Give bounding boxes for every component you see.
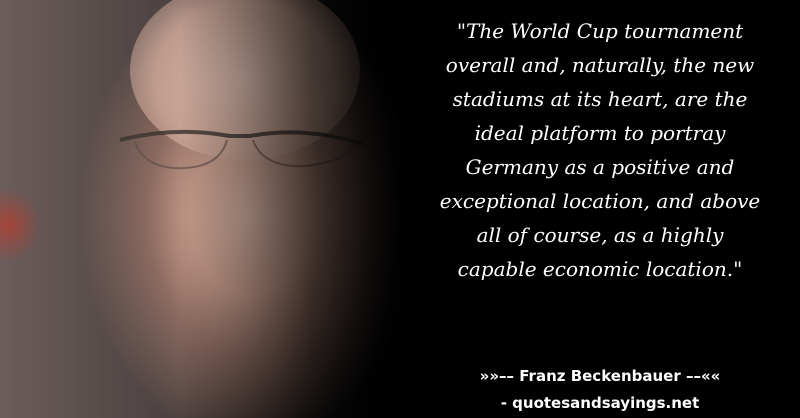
background-red-accent — [0, 190, 40, 260]
quote-text: "The World Cup tournament overall and, n… — [439, 19, 761, 281]
portrait-photo — [0, 0, 420, 418]
quote-author: »»–– Franz Beckenbauer ––«« — [479, 367, 721, 385]
source-website: - quotesandsayings.net — [500, 394, 700, 412]
photo-fade-overlay — [180, 0, 420, 418]
quote-panel: "The World Cup tournament overall and, n… — [410, 0, 790, 418]
quote-card: "The World Cup tournament overall and, n… — [0, 0, 800, 418]
